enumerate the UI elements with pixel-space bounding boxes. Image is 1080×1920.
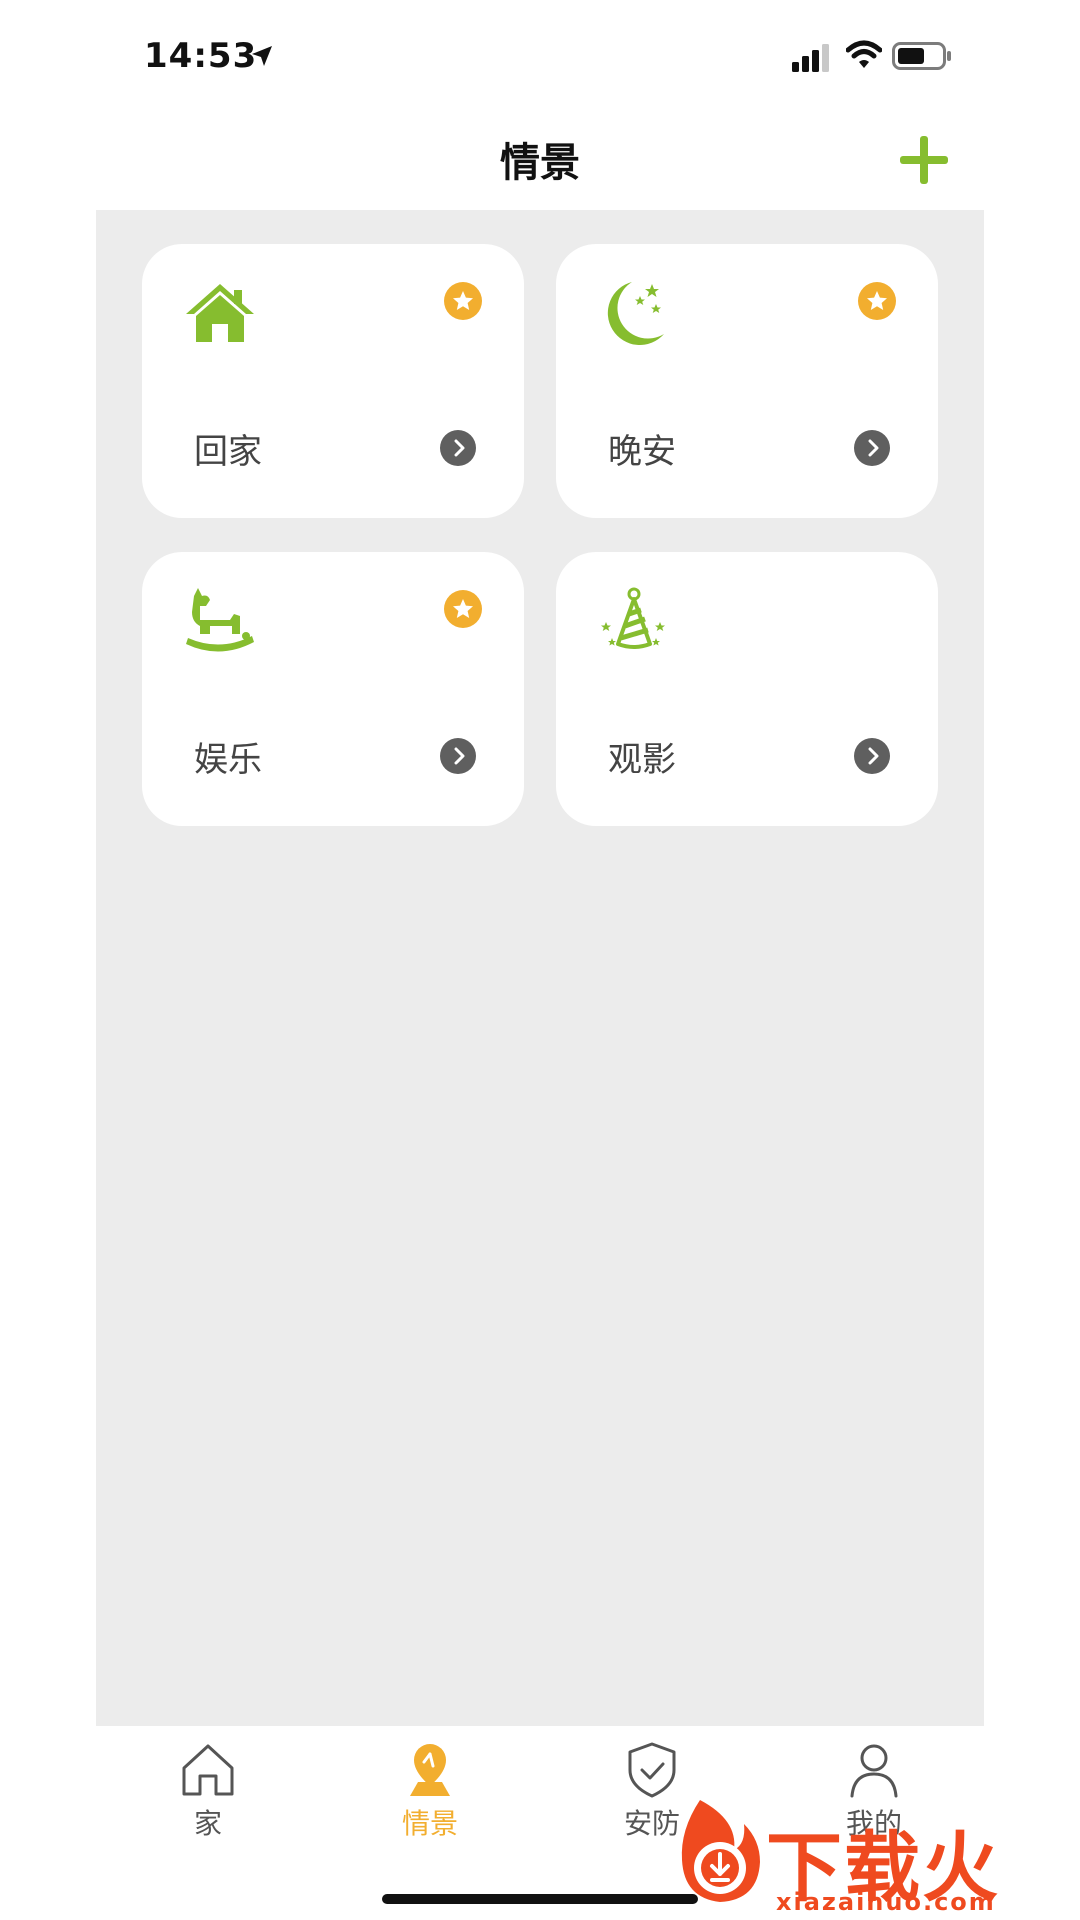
rocking-horse-icon xyxy=(186,588,254,652)
status-bar: 14:53 xyxy=(0,0,1080,110)
tab-label: 情景 xyxy=(401,1807,458,1840)
status-time: 14:53 xyxy=(144,36,258,76)
watermark-url: xiazaihuo.com xyxy=(776,1888,996,1916)
scene-label: 娱乐 xyxy=(194,740,262,780)
wifi-icon xyxy=(846,40,882,68)
tab-home[interactable]: 家 xyxy=(148,1740,268,1850)
favorite-star-icon[interactable] xyxy=(444,590,482,628)
chevron-right-icon[interactable] xyxy=(854,738,890,774)
signal-icon xyxy=(792,44,829,72)
scene-card-movie[interactable]: 观影 xyxy=(556,552,938,826)
battery-icon xyxy=(892,42,951,70)
scene-card-entertainment[interactable]: 娱乐 xyxy=(142,552,524,826)
add-scene-button[interactable] xyxy=(900,136,948,184)
chevron-right-icon[interactable] xyxy=(854,430,890,466)
party-hat-icon xyxy=(601,587,665,649)
scene-card-home[interactable]: 回家 xyxy=(142,244,524,518)
scene-card-goodnight[interactable]: 晚安 xyxy=(556,244,938,518)
scene-label: 晚安 xyxy=(608,432,676,472)
chevron-right-icon[interactable] xyxy=(440,430,476,466)
location-arrow-icon xyxy=(252,46,272,66)
tab-label: 家 xyxy=(193,1807,222,1840)
moon-stars-icon xyxy=(607,282,664,346)
tab-scenes[interactable]: 情景 xyxy=(370,1740,490,1850)
scene-list: 回家 晚安 娱乐 观影 xyxy=(96,210,984,1726)
favorite-star-icon[interactable] xyxy=(444,282,482,320)
favorite-star-icon[interactable] xyxy=(858,282,896,320)
house-icon xyxy=(186,284,254,342)
home-indicator[interactable] xyxy=(382,1894,698,1904)
scene-label: 观影 xyxy=(608,740,676,780)
house-outline-icon xyxy=(182,1744,234,1796)
person-icon xyxy=(850,1744,898,1798)
scene-label: 回家 xyxy=(194,432,262,472)
chevron-right-icon[interactable] xyxy=(440,738,476,774)
scene-pin-icon xyxy=(410,1744,450,1796)
flame-logo-icon xyxy=(681,1800,760,1902)
